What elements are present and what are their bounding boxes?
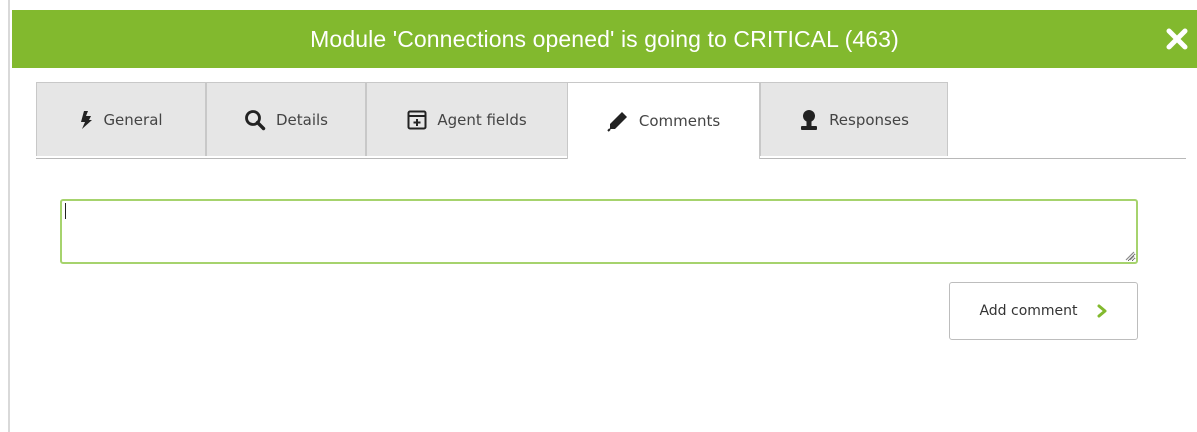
text-caret bbox=[65, 203, 66, 219]
resize-grip-icon[interactable] bbox=[1124, 250, 1135, 261]
add-comment-button[interactable]: Add comment bbox=[949, 282, 1138, 340]
tab-comments[interactable]: Comments bbox=[567, 82, 760, 159]
comment-input[interactable] bbox=[60, 199, 1138, 264]
chevron-right-icon bbox=[1097, 304, 1107, 318]
tab-general-label: General bbox=[103, 110, 163, 129]
tab-responses[interactable]: Responses bbox=[760, 82, 948, 156]
tab-agent-fields-label: Agent fields bbox=[437, 110, 527, 129]
tab-agent-fields[interactable]: Agent fields bbox=[366, 82, 568, 156]
screen: Module 'Connections opened' is going to … bbox=[0, 0, 1197, 432]
general-icon bbox=[81, 110, 93, 129]
tab-general[interactable]: General bbox=[36, 82, 206, 156]
close-button[interactable] bbox=[1163, 25, 1191, 53]
agent-fields-icon bbox=[407, 110, 427, 129]
dialog-titlebar[interactable]: Module 'Connections opened' is going to … bbox=[12, 10, 1197, 68]
responses-icon bbox=[801, 109, 818, 130]
background-divider bbox=[8, 0, 10, 432]
search-icon bbox=[245, 109, 266, 130]
tab-comments-label: Comments bbox=[638, 112, 721, 130]
tab-bar: General Details Agent fields Comments Re… bbox=[36, 82, 1186, 159]
add-comment-label: Add comment bbox=[979, 303, 1078, 319]
pencil-icon bbox=[607, 112, 627, 132]
close-icon bbox=[1166, 28, 1188, 50]
tab-responses-label: Responses bbox=[829, 110, 909, 129]
background-page-edge bbox=[0, 0, 12, 432]
tab-details[interactable]: Details bbox=[206, 82, 366, 156]
event-dialog: Module 'Connections opened' is going to … bbox=[12, 0, 1197, 432]
tab-details-label: Details bbox=[275, 110, 328, 129]
dialog-title: Module 'Connections opened' is going to … bbox=[310, 25, 899, 52]
